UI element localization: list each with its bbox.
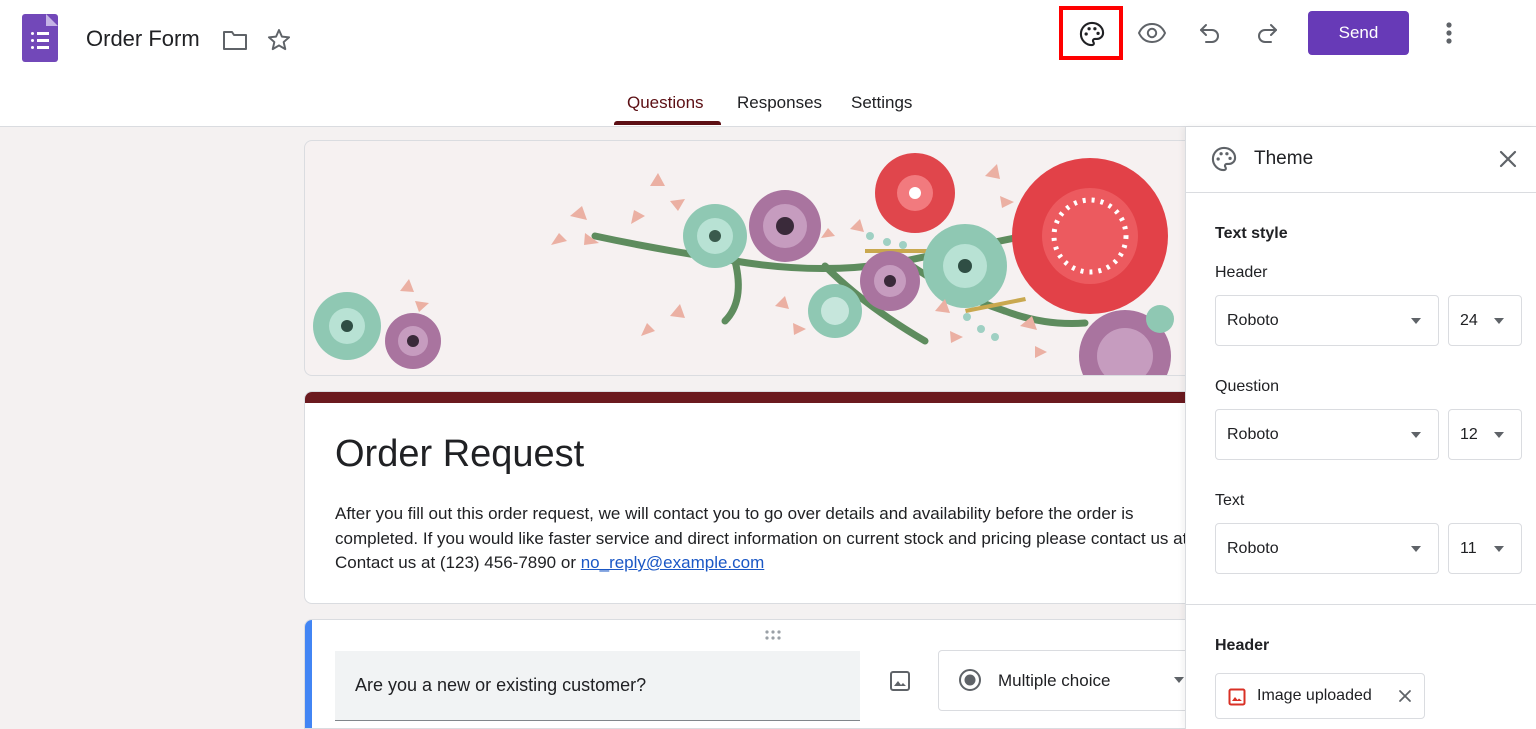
theme-panel-header: Theme: [1186, 127, 1536, 193]
floral-illustration: [313, 153, 1174, 375]
text-font-label: Text: [1215, 492, 1245, 509]
theme-color-stripe: [305, 392, 1185, 403]
form-title[interactable]: Order Request: [335, 433, 584, 476]
add-image-icon[interactable]: [885, 666, 915, 696]
question-text: Are you a new or existing customer?: [355, 675, 647, 695]
remove-image-icon[interactable]: [1396, 687, 1414, 705]
active-tab-indicator: [614, 121, 721, 125]
radio-button-icon: [959, 669, 981, 691]
question-font-value: Roboto: [1227, 426, 1279, 443]
header-section-heading: Header: [1215, 637, 1270, 654]
question-size-select[interactable]: 12: [1448, 409, 1522, 460]
more-vert-icon[interactable]: [1436, 16, 1462, 50]
image-icon: [1228, 688, 1246, 706]
tab-settings[interactable]: Settings: [851, 93, 912, 113]
image-uploaded-label: Image uploaded: [1257, 687, 1372, 704]
header-size-value: 24: [1460, 312, 1478, 329]
chevron-down-icon: [1494, 546, 1504, 552]
chevron-down-icon: [1174, 677, 1184, 683]
image-uploaded-chip[interactable]: Image uploaded: [1215, 673, 1425, 719]
tab-responses[interactable]: Responses: [737, 93, 822, 113]
redo-icon[interactable]: [1250, 16, 1284, 50]
active-question-indicator: [305, 620, 312, 728]
question-font-select[interactable]: Roboto: [1215, 409, 1439, 460]
folder-icon[interactable]: [220, 26, 250, 54]
form-title-card[interactable]: Order Request After you fill out this or…: [304, 391, 1185, 604]
undo-icon[interactable]: [1193, 16, 1227, 50]
theme-panel-title: Theme: [1254, 148, 1314, 169]
text-font-select[interactable]: Roboto: [1215, 523, 1439, 574]
chevron-down-icon: [1494, 318, 1504, 324]
question-title-input[interactable]: Are you a new or existing customer?: [335, 651, 860, 721]
text-font-value: Roboto: [1227, 540, 1279, 557]
question-font-label: Question: [1215, 378, 1280, 395]
panel-divider: [1186, 604, 1536, 605]
header-font-select[interactable]: Roboto: [1215, 295, 1439, 346]
question-type-label: Multiple choice: [998, 671, 1111, 690]
header-font-value: Roboto: [1227, 312, 1279, 329]
header-size-select[interactable]: 24: [1448, 295, 1522, 346]
chevron-down-icon: [1494, 432, 1504, 438]
close-icon[interactable]: [1494, 145, 1522, 173]
form-tabs: Questions Responses Settings: [0, 88, 1536, 126]
palette-icon: [1211, 146, 1237, 172]
theme-side-panel: Theme Text style Header Roboto 24 Questi…: [1185, 127, 1536, 729]
text-style-heading: Text style: [1215, 225, 1288, 242]
top-app-bar: Order Form Send Questions Responses Sett…: [0, 0, 1536, 127]
header-font-label: Header: [1215, 264, 1268, 281]
question-size-value: 12: [1460, 426, 1478, 443]
send-button[interactable]: Send: [1308, 11, 1409, 55]
chevron-down-icon: [1411, 546, 1421, 552]
document-title[interactable]: Order Form: [86, 26, 200, 52]
form-description[interactable]: After you fill out this order request, w…: [335, 502, 1185, 576]
star-icon[interactable]: [264, 26, 294, 54]
palette-icon[interactable]: [1072, 16, 1112, 52]
question-card[interactable]: Are you a new or existing customer? Mult…: [304, 619, 1185, 729]
header-image-banner: [304, 140, 1185, 376]
text-size-select[interactable]: 11: [1448, 523, 1522, 574]
text-size-value: 11: [1460, 540, 1477, 557]
tab-questions[interactable]: Questions: [627, 93, 704, 113]
chevron-down-icon: [1411, 318, 1421, 324]
forms-logo-icon[interactable]: [22, 14, 58, 62]
eye-icon[interactable]: [1133, 16, 1171, 50]
drag-handle-icon[interactable]: [761, 628, 785, 642]
question-type-dropdown[interactable]: Multiple choice: [938, 650, 1185, 711]
email-link[interactable]: no_reply@example.com: [581, 553, 765, 572]
chevron-down-icon: [1411, 432, 1421, 438]
